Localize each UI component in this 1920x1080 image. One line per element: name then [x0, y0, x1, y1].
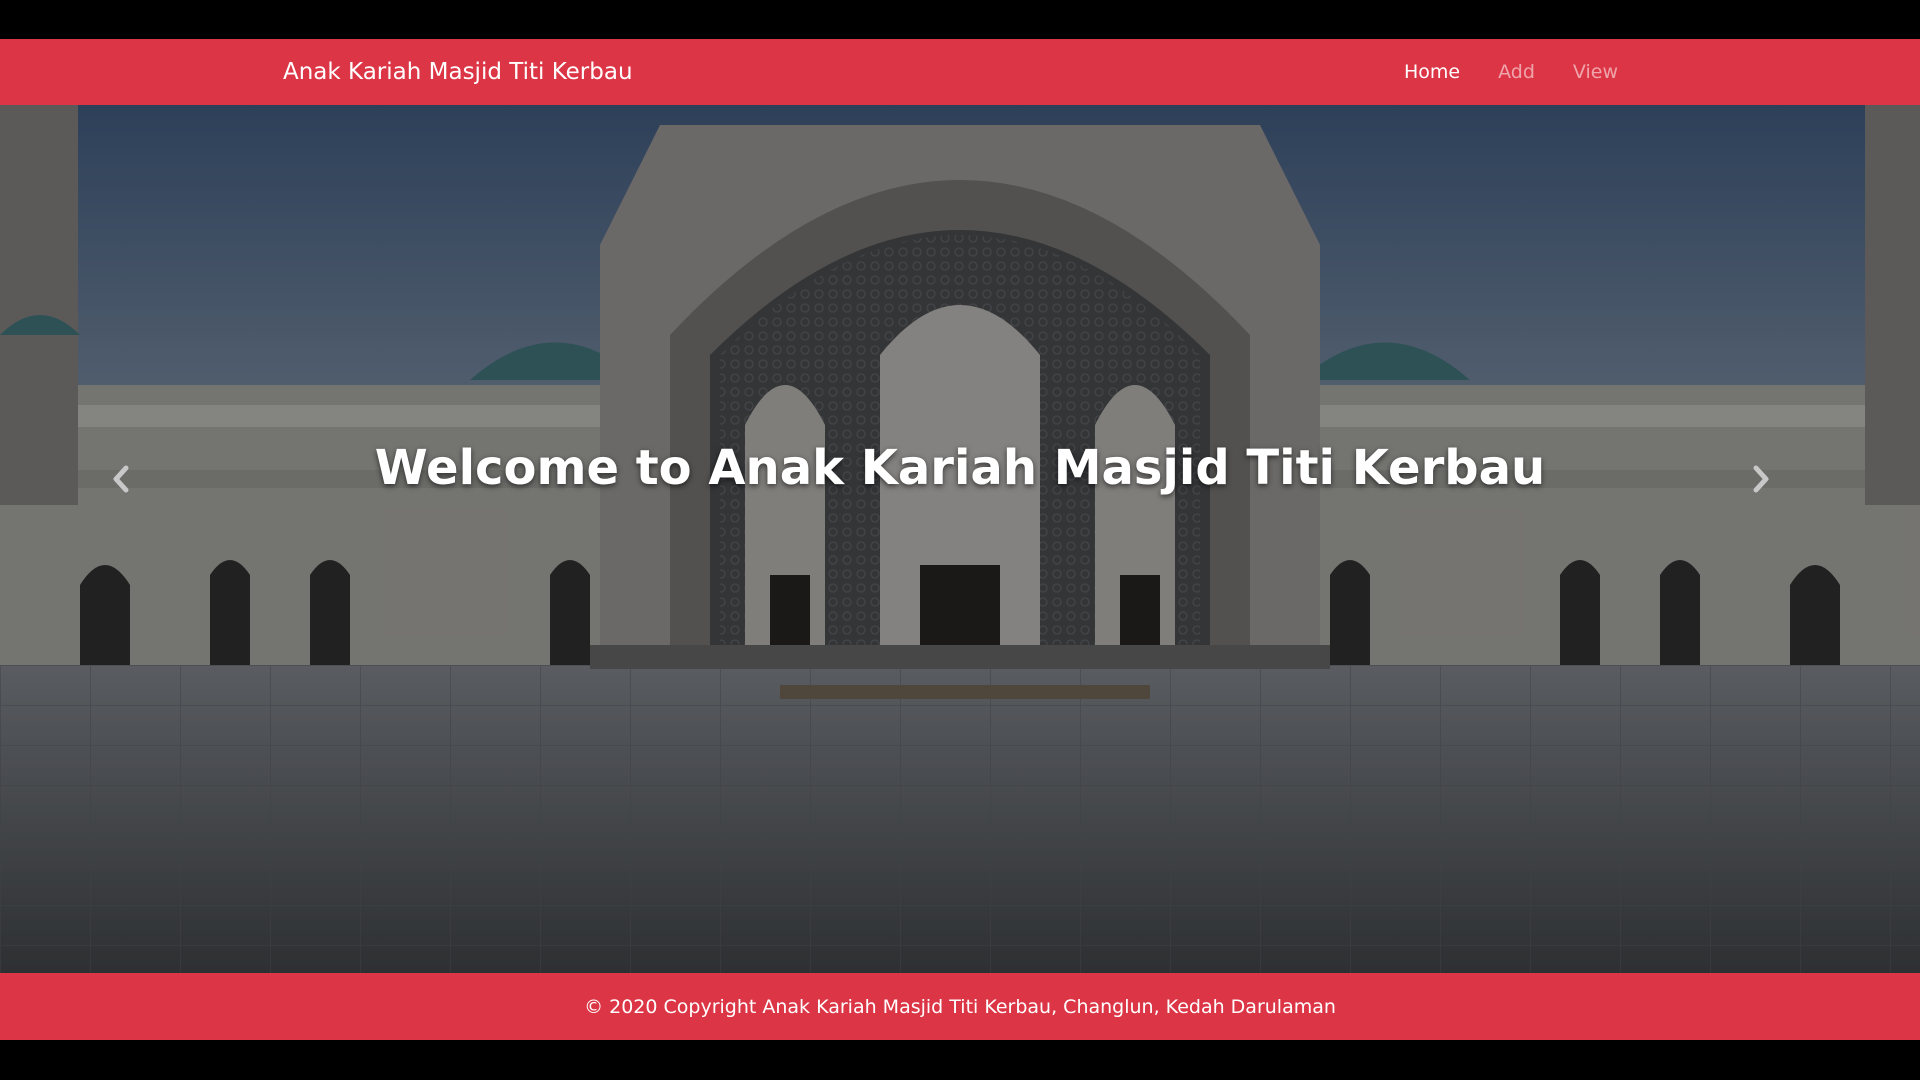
chevron-right-icon — [1753, 465, 1769, 493]
navbar: Anak Kariah Masjid Titi Kerbau Home Add … — [0, 39, 1920, 105]
brand-link[interactable]: Anak Kariah Masjid Titi Kerbau — [283, 59, 633, 85]
carousel-next-button[interactable] — [1750, 465, 1810, 525]
hero-caption: Welcome to Anak Kariah Masjid Titi Kerba… — [374, 440, 1546, 496]
nav-add-link[interactable]: Add — [1498, 61, 1535, 83]
nav-home-link[interactable]: Home — [1404, 61, 1460, 83]
carousel-prev-button[interactable] — [110, 465, 170, 525]
letterbox-top — [0, 0, 1920, 39]
hero-dark-overlay — [0, 105, 1920, 973]
chevron-left-icon — [113, 465, 129, 493]
letterbox-bottom — [0, 1040, 1920, 1080]
hero-carousel: Welcome to Anak Kariah Masjid Titi Kerba… — [0, 105, 1920, 973]
nav-links: Home Add View — [1404, 61, 1618, 83]
footer-copyright: © 2020 Copyright Anak Kariah Masjid Titi… — [584, 995, 1336, 1018]
nav-view-link[interactable]: View — [1573, 61, 1618, 83]
footer: © 2020 Copyright Anak Kariah Masjid Titi… — [0, 973, 1920, 1040]
